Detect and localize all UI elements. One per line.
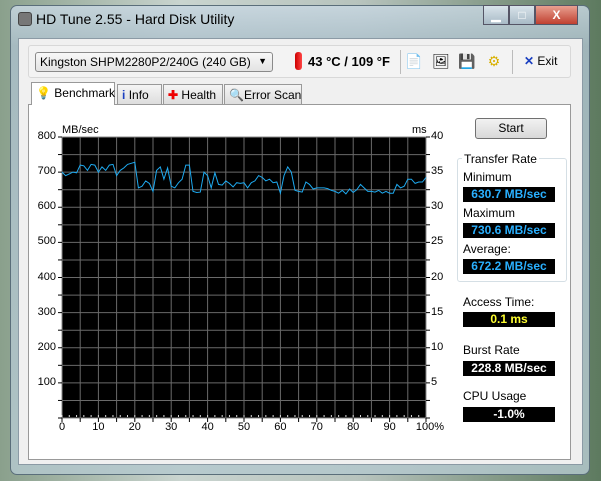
x-tick-label: 80 — [347, 421, 360, 433]
x-tick-label: 40 — [201, 421, 214, 433]
y2-tick-label: 15 — [431, 305, 444, 318]
y-tick-label: 600 — [37, 200, 56, 213]
burst-rate-value: 228.8 MB/sec — [463, 361, 555, 376]
minimum-label: Minimum — [463, 170, 512, 184]
cpu-usage-value: -1.0% — [463, 407, 555, 422]
tab-benchmark[interactable]: 💡 Benchmark — [31, 82, 115, 105]
y2-tick-label: 40 — [431, 130, 444, 142]
x-tick-label: 90 — [383, 421, 396, 433]
maximum-label: Maximum — [463, 206, 516, 220]
y-tick-label: 400 — [37, 270, 56, 283]
y2-tick-label: 10 — [431, 340, 444, 353]
y-tick-label: 300 — [37, 305, 56, 318]
y-tick-label: 800 — [37, 130, 56, 142]
x-tick-label: 0 — [58, 421, 66, 433]
access-time-value: 0.1 ms — [463, 312, 555, 327]
y2-tick-label: 35 — [431, 165, 444, 178]
y-tick-label: 100 — [37, 375, 56, 388]
average-value: 672.2 MB/sec — [463, 259, 555, 274]
average-label: Average: — [463, 242, 511, 256]
access-time-label: Access Time: — [463, 295, 535, 309]
minimum-value: 630.7 MB/sec — [463, 187, 555, 202]
y2-tick-label: 30 — [431, 200, 444, 213]
x-tick-label: 10 — [92, 421, 105, 433]
tab-label: Benchmark — [54, 86, 115, 100]
x-tick-label: 30 — [165, 421, 178, 433]
y2-tick-label: 5 — [431, 375, 438, 388]
y2-tick-label: 20 — [431, 270, 444, 283]
transfer-rate-label: Transfer Rate — [462, 152, 539, 166]
y-tick-label: 700 — [37, 165, 56, 178]
maximum-value: 730.6 MB/sec — [463, 223, 555, 238]
y-tick-label: 200 — [37, 340, 56, 353]
y2-tick-label: 25 — [431, 235, 444, 248]
burst-rate-label: Burst Rate — [463, 343, 520, 357]
start-button[interactable]: Start — [475, 118, 547, 139]
x-tick-label: 100% — [415, 421, 445, 433]
x-tick-label: 20 — [128, 421, 141, 433]
x-tick-label: 70 — [310, 421, 323, 433]
cpu-usage-label: CPU Usage — [463, 389, 527, 403]
bulb-icon: 💡 — [36, 86, 51, 100]
x-tick-label: 50 — [237, 421, 251, 433]
x-tick-label: 60 — [274, 421, 287, 433]
y-tick-label: 500 — [37, 235, 56, 248]
